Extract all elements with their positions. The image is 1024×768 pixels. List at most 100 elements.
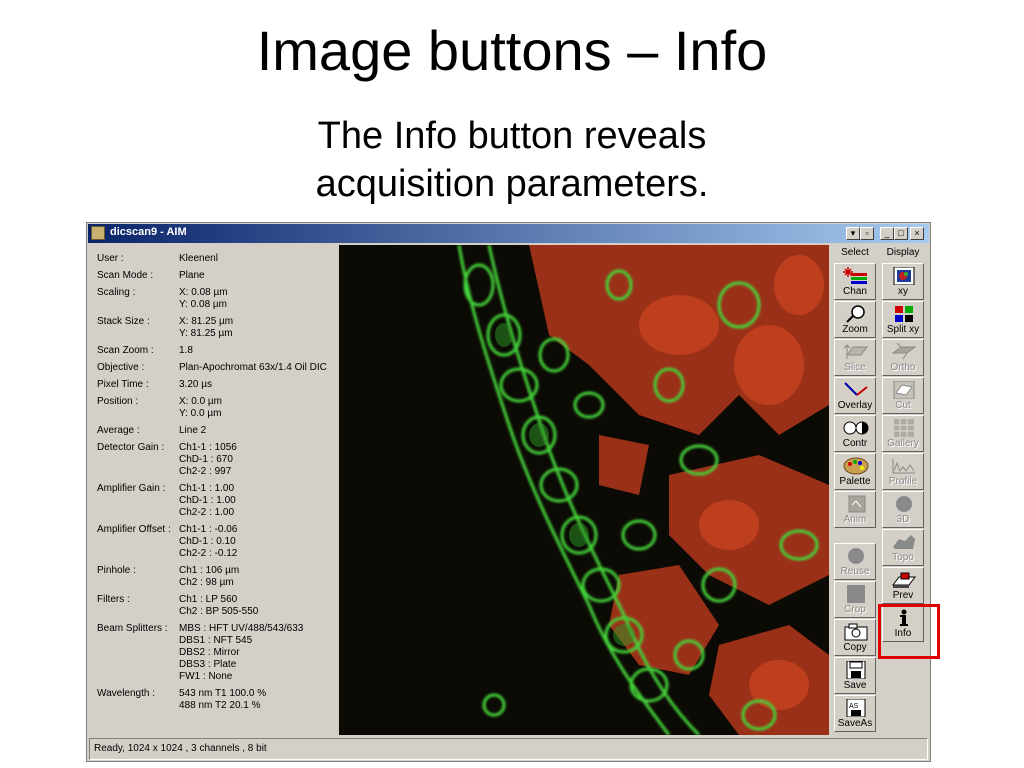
info-values: Plan-Apochromat 63x/1.4 Oil DIC xyxy=(179,362,335,374)
display-3d-button[interactable]: 3D xyxy=(882,491,924,528)
info-values: Ch1 : LP 560 Ch2 : BP 505-550 xyxy=(179,594,335,618)
info-highlight-box xyxy=(878,604,940,659)
info-label: Objective : xyxy=(97,362,145,373)
restore-inner-button[interactable]: ▫ xyxy=(860,227,874,240)
close-button[interactable]: × xyxy=(910,227,924,240)
info-values: Kleenenl xyxy=(179,253,335,265)
info-label: Scan Zoom : xyxy=(97,345,154,356)
info-panel: User : Kleenenl Scan Mode : Plane Scaling : X… xyxy=(91,247,337,735)
info-value: ChD-1 : 1.00 xyxy=(179,495,236,506)
floppy-as-icon: AS xyxy=(843,698,869,718)
tool-button-label: Chan xyxy=(843,286,867,297)
tool-button-label: xy xyxy=(898,286,908,297)
info-label: Amplifier Offset : xyxy=(97,524,171,535)
tool-button-label: Profile xyxy=(888,476,918,487)
minimize-button[interactable]: _ xyxy=(880,227,894,240)
info-label: Beam Splitters : xyxy=(97,623,168,634)
info-value: Kleenenl xyxy=(179,253,218,264)
info-value: FW1 : None xyxy=(179,671,233,682)
info-value: Y: 0.08 µm xyxy=(179,299,228,310)
maximize-button[interactable]: □ xyxy=(894,227,908,240)
tool-button-label: Ortho xyxy=(890,362,916,373)
info-value: 1.8 xyxy=(179,345,193,356)
tool-button-label: Save xyxy=(843,680,867,691)
info-label: Detector Gain : xyxy=(97,442,165,453)
select-save-button[interactable]: Save xyxy=(834,657,876,694)
info-label: Scaling : xyxy=(97,287,136,298)
select-contr-button[interactable]: Contr xyxy=(834,415,876,452)
title-bar[interactable]: dicscan9 - AIM ▾ ▫ _ □ × xyxy=(88,224,929,243)
info-value: Y: 0.0 µm xyxy=(179,408,222,419)
select-zoom-button[interactable]: Zoom xyxy=(834,301,876,338)
gallery-icon xyxy=(891,419,917,437)
info-value: 488 nm T2 20.1 % xyxy=(179,700,261,711)
info-values: X: 0.0 µm Y: 0.0 µm xyxy=(179,396,335,420)
info-label: Pixel Time : xyxy=(97,379,149,390)
info-value: Y: 81.25 µm xyxy=(179,328,233,339)
aim-window: dicscan9 - AIM ▾ ▫ _ □ × User : Kleenenl S… xyxy=(86,222,931,762)
select-chan-button[interactable]: Chan xyxy=(834,263,876,300)
crop-icon xyxy=(843,585,869,603)
info-value: Ch1-1 : -0.06 xyxy=(179,524,238,535)
topo-icon xyxy=(891,533,917,551)
tool-button-label: Topo xyxy=(892,552,914,563)
display-split-xy-button[interactable]: Split xy xyxy=(882,301,924,338)
slice-icon xyxy=(843,343,869,361)
tool-button-label: Prev xyxy=(892,590,914,601)
extra-menu-button[interactable]: ▾ xyxy=(846,227,860,240)
info-label: Filters : xyxy=(97,594,130,605)
tool-button-label: Crop xyxy=(844,604,866,615)
info-label: Stack Size : xyxy=(97,316,150,327)
floppy-icon xyxy=(843,660,869,680)
sphere-icon xyxy=(891,495,917,513)
select-slice-button[interactable]: Slice xyxy=(834,339,876,376)
info-value: Ch1-1 : 1.00 xyxy=(179,483,235,494)
tool-button-label: Gallery xyxy=(887,438,919,449)
info-value: Line 2 xyxy=(179,425,207,436)
select-anim-button[interactable]: Anim xyxy=(834,491,876,528)
select-saveas-button[interactable]: AS SaveAs xyxy=(834,695,876,732)
tool-button-label: SaveAs xyxy=(837,718,873,729)
info-label: Average : xyxy=(97,425,140,436)
profile-icon xyxy=(891,457,917,475)
info-value: Ch2-2 : -0.12 xyxy=(179,548,238,559)
display-xy-button[interactable]: xy xyxy=(882,263,924,300)
select-crop-button[interactable]: Crop xyxy=(834,581,876,618)
display-cut-button[interactable]: Cut xyxy=(882,377,924,414)
display-topo-button[interactable]: Topo xyxy=(882,529,924,566)
tool-panel: Select Display Chan Zoom Slice Overlay Contr… xyxy=(832,245,928,735)
magnifier-icon xyxy=(843,305,869,323)
tool-button-label: 3D xyxy=(896,514,910,525)
info-value: X: 81.25 µm xyxy=(179,316,234,327)
info-value: 3.20 µs xyxy=(179,379,213,390)
window-app-icon xyxy=(91,226,105,240)
display-prev-button[interactable]: Prev xyxy=(882,567,924,604)
tool-button-label: Overlay xyxy=(837,400,873,411)
select-overlay-button[interactable]: Overlay xyxy=(834,377,876,414)
display-profile-button[interactable]: Profile xyxy=(882,453,924,490)
info-values: Line 2 xyxy=(179,425,335,437)
info-label: Scan Mode : xyxy=(97,270,154,281)
info-value: Ch2 : BP 505-550 xyxy=(179,606,259,617)
info-values: 1.8 xyxy=(179,345,335,357)
tool-button-label: Palette xyxy=(839,476,871,487)
info-value: Ch2-2 : 1.00 xyxy=(179,507,235,518)
select-palette-button[interactable]: Palette xyxy=(834,453,876,490)
info-value: MBS : HFT UV/488/543/633 xyxy=(179,623,304,634)
select-copy-button[interactable]: Copy xyxy=(834,619,876,656)
tool-button-label: Split xy xyxy=(886,324,920,335)
info-value: Plan-Apochromat 63x/1.4 Oil DIC xyxy=(179,362,327,373)
info-values: Ch1-1 : -0.06 ChD-1 : 0.10 Ch2-2 : -0.12 xyxy=(179,524,335,560)
select-header: Select xyxy=(841,247,869,258)
microscope-image[interactable] xyxy=(339,245,829,735)
display-header: Display xyxy=(886,247,920,258)
info-label: Wavelength : xyxy=(97,688,155,699)
tool-button-label: Reuse xyxy=(840,566,870,577)
reuse-icon xyxy=(843,547,869,565)
display-gallery-button[interactable]: Gallery xyxy=(882,415,924,452)
info-value: Ch1 : 106 µm xyxy=(179,565,240,576)
select-reuse-button[interactable]: Reuse xyxy=(834,543,876,580)
display-ortho-button[interactable]: Ortho xyxy=(882,339,924,376)
info-value: DBS2 : Mirror xyxy=(179,647,240,658)
split-xy-icon xyxy=(891,305,917,323)
